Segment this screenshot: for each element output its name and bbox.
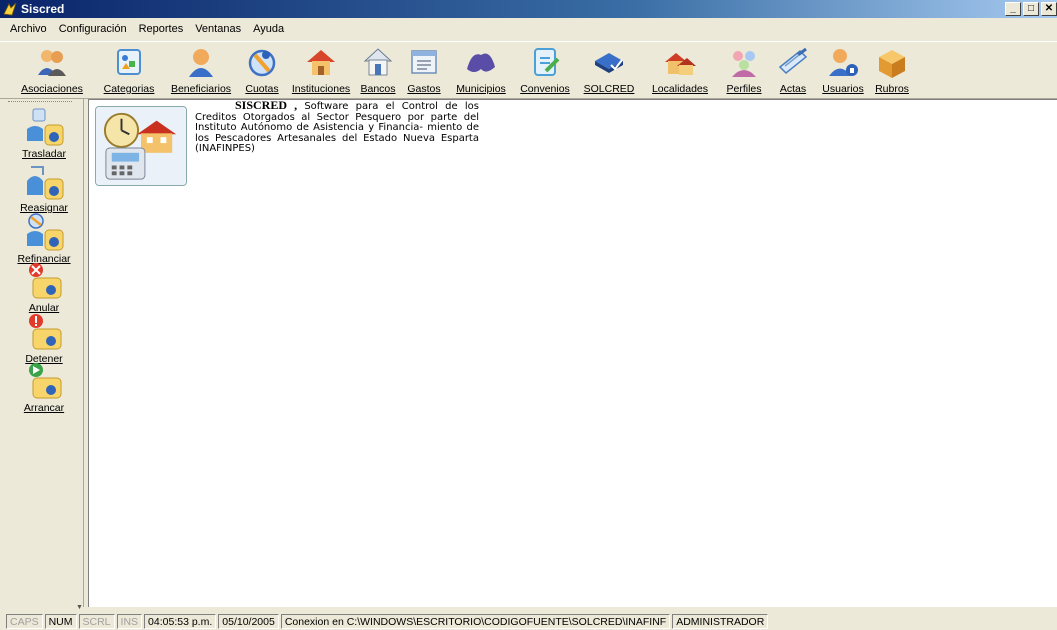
menu-ventanas[interactable]: Ventanas (189, 21, 247, 37)
window-title: Siscred (21, 2, 65, 16)
toolbar-usuarios-label: Usuarios (822, 83, 864, 95)
bank-icon (363, 48, 393, 76)
app-brand-label: SISCRED , (235, 98, 298, 112)
start-icon (29, 363, 62, 399)
toolbar-beneficiarios-label: Beneficiarios (170, 83, 232, 95)
minimize-button[interactable]: _ (1005, 2, 1021, 16)
toolbar-asociaciones-button[interactable]: Asociaciones (10, 42, 94, 98)
side-refinanciar-button[interactable]: Refinanciar (4, 212, 84, 265)
map-icon (467, 53, 495, 72)
quota-icon (248, 49, 276, 77)
toolbar-gastos-label: Gastos (407, 83, 441, 95)
reassign-icon (27, 166, 64, 200)
menu-reportes-label: Reportes (138, 23, 184, 35)
categories-icon (117, 49, 141, 75)
toolbar-bancos-label: Bancos (360, 83, 396, 95)
profiles-icon (732, 51, 756, 77)
toolbar-solcred-label: SOLCRED (583, 83, 635, 95)
close-button[interactable]: ✕ (1041, 2, 1057, 16)
side-trasladar-button[interactable]: Trasladar (4, 107, 84, 160)
title-bar[interactable]: Siscred _ □ ✕ (0, 0, 1057, 18)
status-time: 04:05:53 p.m. (144, 613, 217, 629)
main-client-area: SISCRED , Software para el Control de lo… (88, 99, 1057, 607)
app-brand-name (195, 101, 235, 112)
toolbar-convenios-button[interactable]: Convenios (514, 42, 576, 98)
toolbar-bancos-button[interactable]: Bancos (356, 42, 400, 98)
toolbar-usuarios-button[interactable]: Usuarios (816, 42, 870, 98)
toolbar-convenios-label: Convenios (520, 83, 570, 95)
status-bar: CAPS NUM SCRL INS 04:05:53 p.m. 05/10/20… (0, 612, 1057, 630)
side-arrancar-button[interactable]: Arrancar (4, 361, 84, 414)
status-ins: INS (116, 613, 143, 629)
status-user: ADMINISTRADOR (672, 613, 769, 629)
side-arrancar-label: Arrancar (23, 402, 65, 414)
status-num: NUM (44, 613, 77, 629)
status-scrl: SCRL (78, 613, 115, 629)
toolbar-rubros-button[interactable]: Rubros (870, 42, 914, 98)
toolbar-solcred-button[interactable]: SOLCRED (576, 42, 642, 98)
side-anular-button[interactable]: Anular (4, 261, 84, 314)
refinance-icon (27, 213, 64, 251)
user-lock-icon (829, 49, 858, 76)
toolbar-cuotas-button[interactable]: Cuotas (238, 42, 286, 98)
side-trasladar-label: Trasladar (22, 148, 66, 160)
toolbar-beneficiarios-button[interactable]: Beneficiarios (164, 42, 238, 98)
toolbar-actas-button[interactable]: Actas (770, 42, 816, 98)
toolbar-gastos-button[interactable]: Gastos (400, 42, 448, 98)
status-connection: Conexion en C:\WINDOWS\ESCRITORIO\CODIGO… (280, 613, 671, 629)
side-detener-button[interactable]: Detener (4, 312, 84, 365)
status-caps: CAPS (6, 613, 43, 629)
side-toolbar-grip[interactable] (8, 101, 72, 102)
users-icon (38, 50, 66, 76)
toolbar-cuotas-label: Cuotas (245, 83, 279, 95)
menu-configuracion[interactable]: Configuración (53, 21, 133, 37)
toolbar-localidades-label: Localidades (651, 83, 709, 95)
person-icon (189, 49, 213, 77)
stop-icon (29, 314, 62, 350)
toolbar-categorias-label: Categorias (103, 83, 155, 95)
toolbar-instituciones-button[interactable]: Instituciones (286, 42, 356, 98)
menu-ayuda[interactable]: Ayuda (247, 21, 290, 37)
toolbar-rubros-label: Rubros (875, 83, 909, 95)
cancel-icon (29, 263, 62, 299)
toolbar-asociaciones-label: Asociaciones (21, 83, 83, 95)
menu-reportes[interactable]: Reportes (133, 21, 190, 37)
main-toolbar: Asociaciones Categorias Beneficiarios Cu… (0, 41, 1057, 99)
toolbar-actas-label: Actas (779, 83, 807, 95)
app-description: SISCRED , Software para el Control de lo… (195, 98, 479, 155)
menu-configuracion-label: Configuración (58, 23, 127, 35)
toolbar-categorias-button[interactable]: Categorias (94, 42, 164, 98)
menu-bar: Archivo Configuración Reportes Ventanas … (0, 19, 1057, 39)
toolbar-perfiles-button[interactable]: Perfiles (718, 42, 770, 98)
toolbar-localidades-button[interactable]: Localidades (642, 42, 718, 98)
app-logo-icon (3, 2, 17, 16)
house-icon (307, 50, 335, 75)
menu-ventanas-label: Ventanas (195, 23, 242, 35)
document-icon (534, 48, 560, 76)
expenses-icon (411, 50, 437, 74)
side-resize-grip-icon[interactable]: ▼ (76, 604, 84, 611)
side-toolbar: Trasladar Reasignar Refinanciar Anular D… (4, 99, 84, 607)
toolbar-municipios-button[interactable]: Municipios (448, 42, 514, 98)
app-window: Siscred _ □ ✕ Archivo Configuración Repo… (0, 0, 1057, 630)
window-controls: _ □ ✕ (1003, 2, 1057, 16)
menu-ayuda-label: Ayuda (253, 23, 285, 35)
houses-icon (665, 53, 696, 75)
box-icon (879, 50, 905, 78)
transfer-icon (27, 108, 64, 146)
menu-archivo-label: Archivo (10, 23, 47, 35)
toolbar-municipios-label: Municipios (456, 83, 506, 95)
restore-button[interactable]: □ (1023, 2, 1039, 16)
status-date: 05/10/2005 (218, 613, 279, 629)
notes-icon (778, 47, 808, 75)
toolbar-perfiles-label: Perfiles (726, 83, 762, 95)
menu-archivo[interactable]: Archivo (4, 21, 53, 37)
credit-logo-illustration (95, 106, 187, 186)
book-icon (595, 53, 623, 73)
toolbar-instituciones-label: Instituciones (291, 83, 351, 95)
side-reasignar-button[interactable]: Reasignar (4, 161, 84, 214)
